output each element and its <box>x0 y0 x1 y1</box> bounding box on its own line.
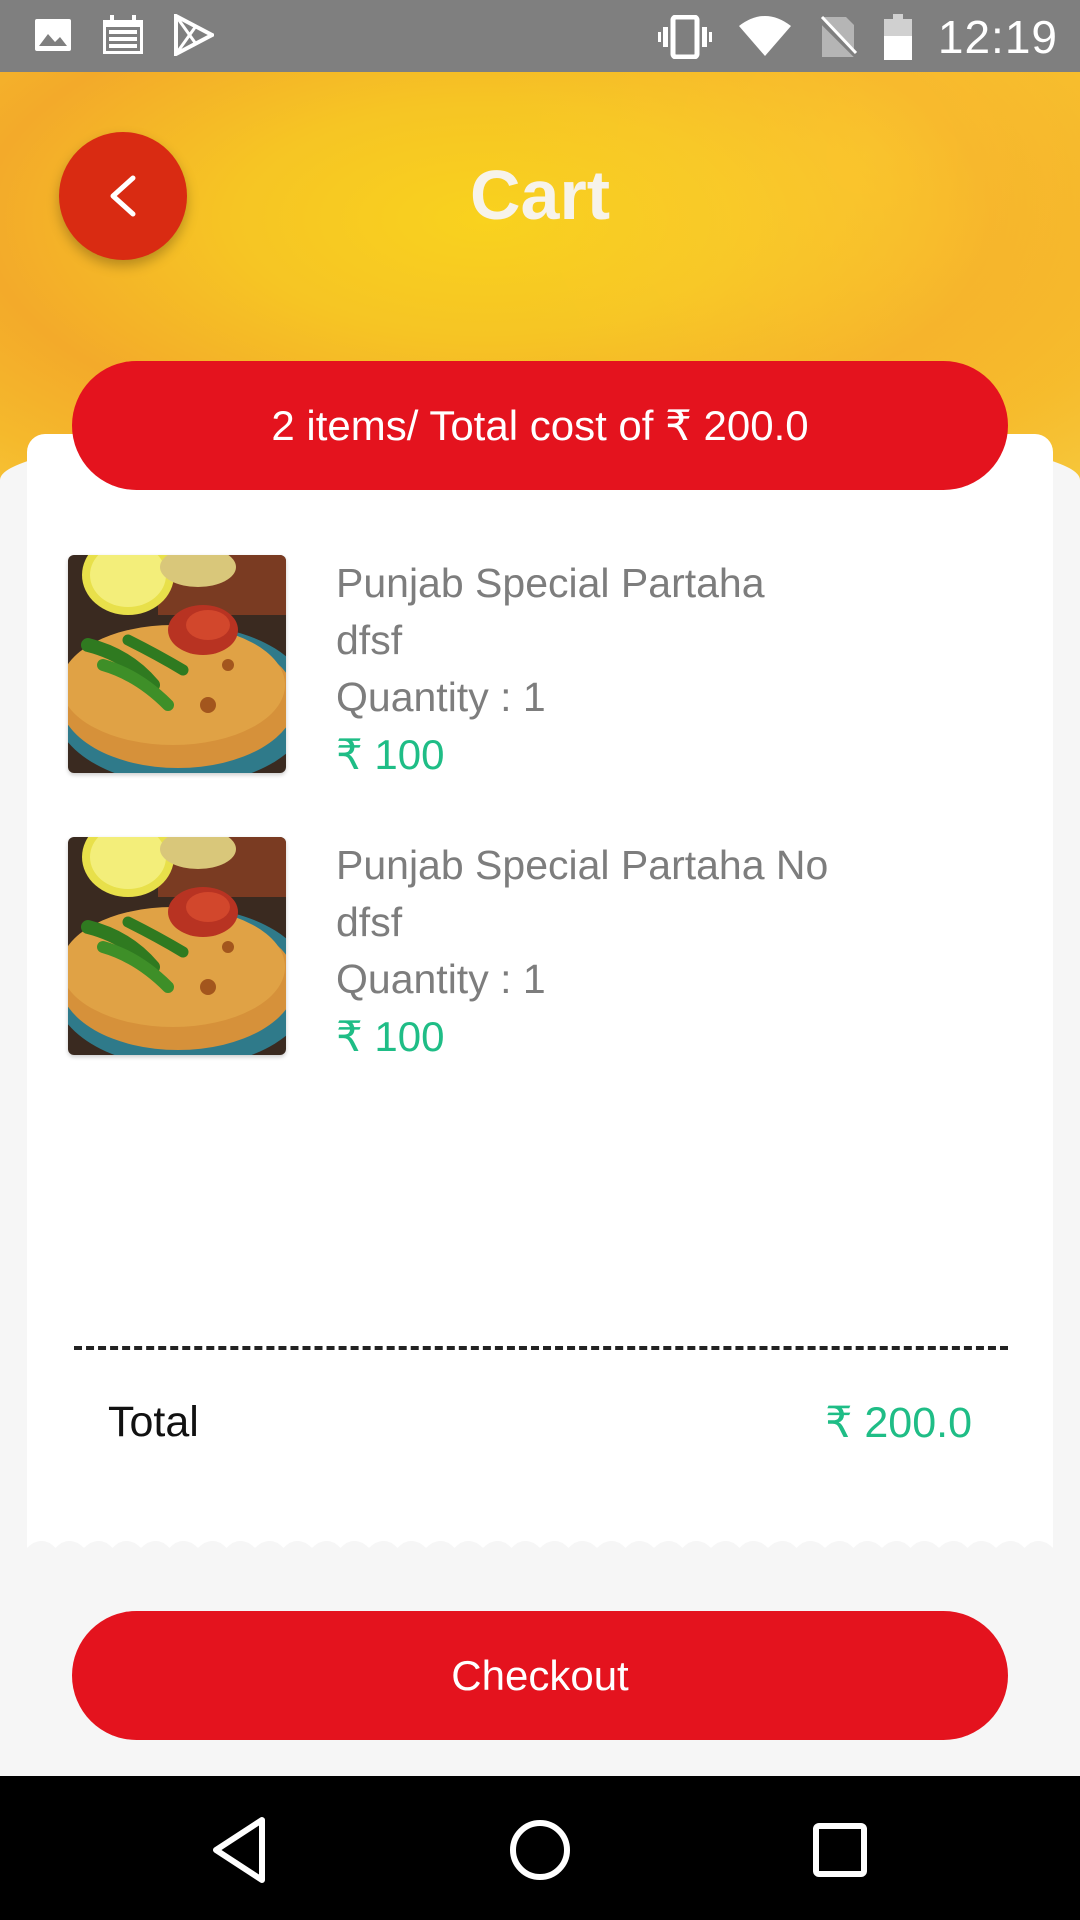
food-thumbnail <box>68 837 286 1055</box>
card-scallop-edge <box>27 1534 1053 1564</box>
status-bar: 12:19 <box>0 0 1080 72</box>
item-price: ₹ 100 <box>336 1013 445 1060</box>
item-name: Punjab Special Partaha <box>336 560 765 606</box>
item-description: dfsf <box>336 899 403 945</box>
item-price: ₹ 100 <box>336 731 445 778</box>
cart-item[interactable]: Punjab Special Partaha No dfsf Quantity … <box>68 837 968 1060</box>
checkout-button[interactable]: Checkout <box>72 1611 1008 1740</box>
item-quantity: Quantity : 1 <box>336 956 546 1002</box>
recents-square-icon[interactable] <box>800 1810 880 1890</box>
total-value: ₹ 200.0 <box>825 1399 972 1447</box>
system-nav-bar <box>0 1776 1080 1920</box>
item-quantity: Quantity : 1 <box>336 674 546 720</box>
no-sim-icon <box>817 15 858 58</box>
home-circle-icon[interactable] <box>500 1810 580 1890</box>
cart-item[interactable]: Punjab Special Partaha dfsf Quantity : 1… <box>68 555 968 778</box>
image-icon <box>35 19 71 51</box>
paratha-image <box>68 555 286 773</box>
back-triangle-icon[interactable] <box>202 1810 282 1890</box>
total-label: Total <box>108 1398 199 1446</box>
play-store-icon <box>174 14 214 56</box>
dashed-divider <box>74 1346 1008 1350</box>
food-thumbnail <box>68 555 286 773</box>
vibrate-icon <box>657 15 712 59</box>
paratha-image <box>68 837 286 1055</box>
calendar-icon <box>103 15 143 54</box>
status-time: 12:19 <box>937 11 1058 63</box>
battery-icon <box>883 14 912 60</box>
wifi-icon <box>738 16 791 56</box>
page-title: Cart <box>469 156 611 234</box>
item-description: dfsf <box>336 617 403 663</box>
cart-summary-pill: 2 items/ Total cost of ₹ 200.0 <box>72 361 1008 490</box>
item-name: Punjab Special Partaha No <box>336 842 829 888</box>
